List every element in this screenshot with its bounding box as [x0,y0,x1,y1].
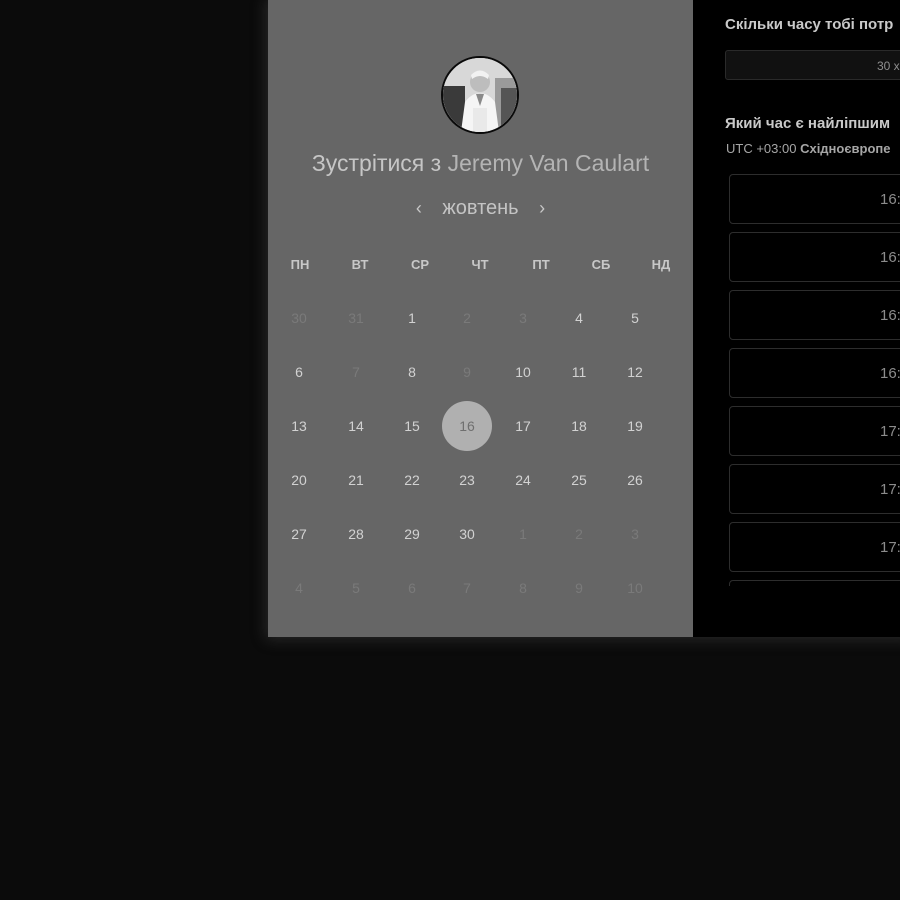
time-slot[interactable] [729,580,900,586]
calendar-day: 3 [519,310,527,326]
calendar-day[interactable]: 13 [274,401,324,451]
calendar-day: 31 [348,310,364,326]
calendar-day[interactable]: 11 [554,347,604,397]
timezone-label[interactable]: UTC +03:00 Східноєвропе [726,141,891,156]
time-slot[interactable]: 17: [729,406,900,456]
calendar-day: 2 [575,526,583,542]
calendar-day[interactable]: 29 [387,509,437,559]
time-slot-label: 17: [880,481,900,498]
calendar-day[interactable]: 22 [387,455,437,505]
calendar-day[interactable]: 14 [331,401,381,451]
time-slot[interactable]: 17: [729,522,900,572]
calendar-day[interactable]: 19 [610,401,660,451]
calendar-day: 9 [575,580,583,596]
scheduling-modal: Зустрітися з Jeremy Van Caulart ‹ жовтен… [268,0,900,637]
time-slot[interactable]: 16: [729,174,900,224]
calendar-day[interactable]: 25 [554,455,604,505]
time-slot-label: 16: [880,307,900,324]
booking-panel: Скільки часу тобі потр 30 х Який час є н… [693,0,900,637]
time-question: Який час є найліпшим [725,115,891,132]
calendar-day[interactable]: 28 [331,509,381,559]
selected-day[interactable]: 16 [442,401,492,451]
calendar-day[interactable]: 10 [498,347,548,397]
calendar-day[interactable]: 23 [442,455,492,505]
duration-select[interactable]: 30 х [725,50,900,80]
calendar-day[interactable]: 4 [554,293,604,343]
calendar-panel: Зустрітися з Jeremy Van Caulart ‹ жовтен… [268,0,693,637]
calendar-day: 4 [295,580,303,596]
time-slot[interactable]: 16: [729,290,900,340]
time-slot-label: 16: [880,191,900,208]
calendar-day: 10 [627,580,643,596]
calendar-day[interactable]: 21 [331,455,381,505]
calendar-day[interactable]: 30 [442,509,492,559]
time-slot-label: 17: [880,423,900,440]
calendar-day[interactable]: 1 [387,293,437,343]
calendar-day: 2 [463,310,471,326]
calendar-day: 30 [291,310,307,326]
calendar-day[interactable]: 12 [610,347,660,397]
time-slot-label: 16: [880,249,900,266]
time-slot[interactable]: 16: [729,348,900,398]
calendar-day[interactable]: 26 [610,455,660,505]
calendar-day: 6 [408,580,416,596]
calendar-day[interactable]: 18 [554,401,604,451]
calendar-day[interactable]: 24 [498,455,548,505]
page: Зустрітися з Jeremy Van Caulart ‹ жовтен… [0,0,900,900]
calendar-grid: 30 31 1 2 3 4 5 6 7 8 9 10 11 12 13 14 15 16 17 18 19 20 21 22 2… [268,0,693,637]
calendar-day[interactable]: 5 [610,293,660,343]
time-slot-label: 16: [880,365,900,382]
calendar-day[interactable]: 20 [274,455,324,505]
calendar-day[interactable]: 6 [274,347,324,397]
duration-value: 30 х [877,59,900,73]
time-slot[interactable]: 16: [729,232,900,282]
calendar-day: 7 [352,364,360,380]
calendar-day[interactable]: 17 [498,401,548,451]
calendar-day: 8 [519,580,527,596]
calendar-day[interactable]: 15 [387,401,437,451]
calendar-day: 7 [463,580,471,596]
timezone-offset: UTC +03:00 [726,141,797,156]
calendar-day[interactable]: 27 [274,509,324,559]
time-slot[interactable]: 17: [729,464,900,514]
calendar-day: 5 [352,580,360,596]
calendar-day: 9 [463,364,471,380]
calendar-day[interactable]: 8 [387,347,437,397]
calendar-day: 3 [631,526,639,542]
timezone-name: Східноєвропе [800,141,891,156]
time-slot-list: 16: 16: 16: 16: 17: 17: 17: [729,174,900,586]
calendar-day: 1 [519,526,527,542]
duration-question: Скільки часу тобі потр [725,16,894,33]
time-slot-label: 17: [880,539,900,556]
